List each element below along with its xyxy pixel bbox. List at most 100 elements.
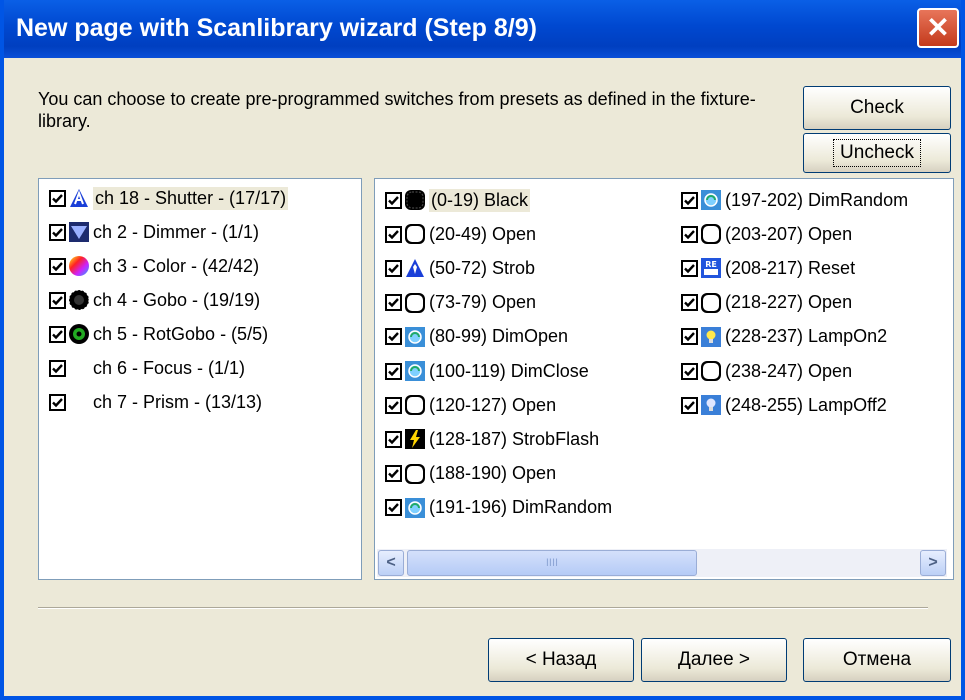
checkbox[interactable] [385, 225, 402, 243]
list-item[interactable]: (203-207) Open [681, 218, 852, 250]
list-item-label: ch 6 - Focus - (1/1) [93, 357, 246, 378]
next-button[interactable]: Далее > [641, 638, 787, 682]
lamp-on-icon [700, 326, 722, 348]
list-item-label: (208-217) Reset [725, 257, 856, 278]
list-item-label: (203-207) Open [725, 223, 853, 244]
list-item-label: (73-79) Open [429, 292, 537, 313]
dimmer-icon [68, 221, 90, 243]
icon-placeholder [68, 391, 90, 413]
next-button-label: Далее > [677, 649, 751, 670]
svg-text:RE: RE [705, 260, 717, 269]
list-item[interactable]: (0-19) Black [385, 184, 531, 216]
list-item-label: ch 2 - Dimmer - (1/1) [93, 221, 260, 242]
reset-icon: RE [700, 257, 722, 279]
scroll-thumb[interactable]: IIII [407, 550, 697, 576]
check-button[interactable]: Check [803, 86, 951, 130]
open-icon [404, 463, 426, 485]
list-item[interactable]: (197-202) DimRandom [681, 184, 908, 216]
channel-list[interactable]: ch 18 - Shutter - (17/17) ch 2 - Dimmer -… [38, 178, 362, 580]
list-item[interactable]: (188-190) Open [385, 458, 556, 490]
checkbox[interactable] [49, 223, 66, 241]
list-item-label: (248-255) LampOff2 [725, 394, 887, 415]
cancel-button[interactable]: Отмена [803, 638, 951, 682]
shutter-icon [68, 187, 90, 209]
open-icon [700, 292, 722, 314]
list-item[interactable]: ch 4 - Gobo - (19/19) [49, 284, 260, 316]
checkbox[interactable] [49, 291, 66, 309]
list-item[interactable]: (73-79) Open [385, 287, 536, 319]
list-item[interactable]: ch 18 - Shutter - (17/17) [49, 182, 289, 214]
checkbox[interactable] [49, 325, 66, 343]
close-button[interactable]: ✕ [917, 8, 959, 48]
checkbox[interactable] [385, 499, 402, 517]
open-icon [700, 223, 722, 245]
checkbox[interactable] [681, 294, 698, 312]
checkbox[interactable] [49, 257, 66, 275]
checkbox[interactable] [385, 294, 402, 312]
scroll-right-icon[interactable]: > [920, 550, 946, 576]
uncheck-button[interactable]: Uncheck [803, 133, 951, 173]
list-item-label: ch 4 - Gobo - (19/19) [93, 289, 261, 310]
list-item[interactable]: RE (208-217) Reset [681, 252, 855, 284]
list-item[interactable]: (191-196) DimRandom [385, 492, 612, 524]
list-item-label: (218-227) Open [725, 292, 853, 313]
checkbox[interactable] [681, 396, 698, 414]
list-item[interactable]: ch 5 - RotGobo - (5/5) [49, 318, 268, 350]
list-item-label: ch 3 - Color - (42/42) [93, 255, 260, 276]
back-button[interactable]: < Назад [488, 638, 634, 682]
horizontal-scrollbar[interactable]: < IIII > [377, 549, 947, 577]
checkbox[interactable] [681, 225, 698, 243]
checkbox[interactable] [385, 362, 402, 380]
back-button-label: < Назад [525, 649, 597, 670]
checkbox[interactable] [681, 328, 698, 346]
wizard-window: New page with Scanlibrary wizard (Step 8… [0, 0, 965, 700]
list-item[interactable]: (128-187) StrobFlash [385, 423, 599, 455]
checkbox[interactable] [385, 430, 402, 448]
list-item[interactable]: (50-72) Strob [385, 252, 535, 284]
list-item[interactable]: ch 2 - Dimmer - (1/1) [49, 216, 259, 248]
list-item-label: (120-127) Open [429, 394, 557, 415]
list-item[interactable]: (20-49) Open [385, 218, 536, 250]
description-text: You can choose to create pre-programmed … [38, 89, 756, 131]
list-item[interactable]: (218-227) Open [681, 287, 852, 319]
window-title: New page with Scanlibrary wizard (Step 8… [16, 14, 537, 42]
checkbox[interactable] [385, 396, 402, 414]
scroll-left-icon[interactable]: < [378, 550, 404, 576]
checkbox[interactable] [385, 465, 402, 483]
dim-icon [404, 497, 426, 519]
preset-list[interactable]: (0-19) Black (20-49) Open (50-72) Strob (73… [374, 178, 954, 580]
flash-icon [404, 428, 426, 450]
checkbox[interactable] [49, 189, 66, 207]
list-item[interactable]: (100-119) DimClose [385, 355, 589, 387]
checkbox[interactable] [385, 328, 402, 346]
list-item[interactable]: ch 7 - Prism - (13/13) [49, 386, 262, 418]
lamp-off-icon [700, 394, 722, 416]
list-item-label: (50-72) Strob [429, 257, 536, 278]
checkbox[interactable] [681, 362, 698, 380]
checkbox[interactable] [681, 259, 698, 277]
list-item[interactable]: (80-99) DimOpen [385, 321, 568, 353]
close-icon: ✕ [926, 12, 950, 43]
list-item[interactable]: (238-247) Open [681, 355, 852, 387]
list-item-label: ch 7 - Prism - (13/13) [93, 391, 263, 412]
list-item-label: (188-190) Open [429, 463, 557, 484]
scroll-grip: IIII [545, 557, 559, 569]
list-item[interactable]: (120-127) Open [385, 389, 556, 421]
open-icon [404, 223, 426, 245]
open-icon [404, 292, 426, 314]
list-item-label: (20-49) Open [429, 223, 537, 244]
color-icon [68, 255, 90, 277]
checkbox[interactable] [49, 359, 66, 377]
checkbox[interactable] [385, 259, 402, 277]
list-item[interactable]: (228-237) LampOn2 [681, 321, 887, 353]
checkbox[interactable] [385, 191, 402, 209]
list-item[interactable]: (248-255) LampOff2 [681, 389, 887, 421]
title-bar[interactable]: New page with Scanlibrary wizard (Step 8… [4, 0, 961, 58]
checkbox[interactable] [49, 393, 66, 411]
cancel-button-label: Отмена [842, 649, 912, 670]
list-item-label: (228-237) LampOn2 [725, 326, 888, 347]
list-item[interactable]: ch 3 - Color - (42/42) [49, 250, 259, 282]
list-item[interactable]: ch 6 - Focus - (1/1) [49, 352, 245, 384]
list-item-label: (100-119) DimClose [429, 360, 589, 381]
checkbox[interactable] [681, 191, 698, 209]
